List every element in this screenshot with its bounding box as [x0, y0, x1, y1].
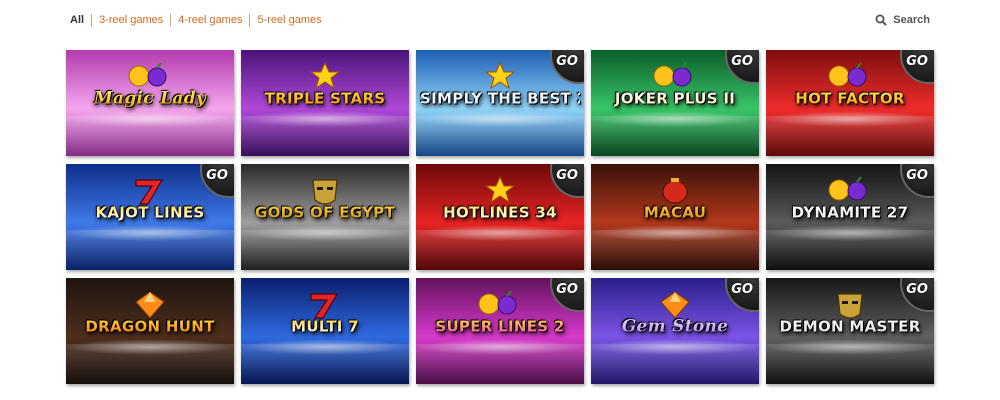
go-label: GO — [731, 54, 753, 69]
tile-reflection — [66, 115, 234, 156]
tile-reflection — [416, 229, 584, 270]
game-tile[interactable]: TRIPLE STARS — [241, 50, 409, 156]
game-title: DRAGON HUNT — [70, 318, 230, 335]
tile-reflection — [66, 229, 234, 270]
game-tile[interactable]: SUPER LINES 2 GO — [416, 278, 584, 384]
game-tile[interactable]: HOT FACTOR GO — [766, 50, 934, 156]
go-label: GO — [556, 54, 578, 69]
tile-reflection — [241, 343, 409, 384]
game-title: MULTI 7 — [245, 318, 405, 335]
game-tile[interactable]: DRAGON HUNT — [66, 278, 234, 384]
game-tile[interactable]: GODS OF EGYPT — [241, 164, 409, 270]
search-icon — [875, 14, 888, 26]
search-button[interactable]: Search — [875, 12, 930, 28]
tile-reflection — [766, 229, 934, 270]
game-tile[interactable]: Magic Lady — [66, 50, 234, 156]
game-title: KAJOT LINES — [70, 204, 230, 221]
game-title: JOKER PLUS II — [595, 90, 755, 107]
go-label: GO — [556, 282, 578, 297]
game-tile[interactable]: HOTLINES 34 GO — [416, 164, 584, 270]
game-title: DYNAMITE 27 — [770, 204, 930, 221]
game-tile[interactable]: KAJOT LINES GO — [66, 164, 234, 270]
tile-reflection — [416, 343, 584, 384]
tile-reflection — [766, 343, 934, 384]
game-title: DEMON MASTER — [770, 318, 930, 335]
game-title: SUPER LINES 2 — [420, 318, 580, 335]
game-title: Gem Stone — [595, 318, 755, 335]
game-grid: Magic Lady TRIPLE STARS SIMPLY THE BEST 27… — [66, 50, 934, 384]
game-tile[interactable]: Gem Stone GO — [591, 278, 759, 384]
game-title: HOTLINES 34 — [420, 204, 580, 221]
tile-reflection — [591, 229, 759, 270]
game-title: SIMPLY THE BEST 27 — [420, 89, 584, 108]
game-title: MACAU — [595, 204, 755, 221]
go-label: GO — [556, 168, 578, 183]
tile-reflection — [766, 115, 934, 156]
tile-reflection — [591, 343, 759, 384]
game-title: TRIPLE STARS — [245, 90, 405, 107]
game-tile[interactable]: SIMPLY THE BEST 27 GO — [416, 50, 584, 156]
filter-4-reel[interactable]: 4-reel games — [170, 13, 249, 27]
tile-reflection — [416, 115, 584, 156]
filter-5-reel[interactable]: 5-reel games — [249, 13, 328, 27]
game-tile[interactable]: MACAU — [591, 164, 759, 270]
reel-filter-bar: All 3-reel games 4-reel games 5-reel gam… — [70, 12, 329, 28]
filter-3-reel[interactable]: 3-reel games — [91, 13, 170, 27]
game-title: HOT FACTOR — [770, 90, 930, 107]
go-label: GO — [206, 168, 228, 183]
go-label: GO — [906, 282, 928, 297]
game-tile[interactable]: JOKER PLUS II GO — [591, 50, 759, 156]
filter-all[interactable]: All — [70, 14, 91, 27]
game-tile[interactable]: DYNAMITE 27 GO — [766, 164, 934, 270]
go-label: GO — [906, 54, 928, 69]
go-label: GO — [731, 282, 753, 297]
tile-reflection — [241, 115, 409, 156]
go-label: GO — [906, 168, 928, 183]
game-title: Magic Lady — [70, 90, 230, 107]
game-tile[interactable]: DEMON MASTER GO — [766, 278, 934, 384]
search-label: Search — [893, 14, 930, 26]
tile-reflection — [66, 343, 234, 384]
tile-reflection — [241, 229, 409, 270]
game-title: GODS OF EGYPT — [245, 204, 405, 221]
tile-reflection — [591, 115, 759, 156]
game-tile[interactable]: MULTI 7 — [241, 278, 409, 384]
